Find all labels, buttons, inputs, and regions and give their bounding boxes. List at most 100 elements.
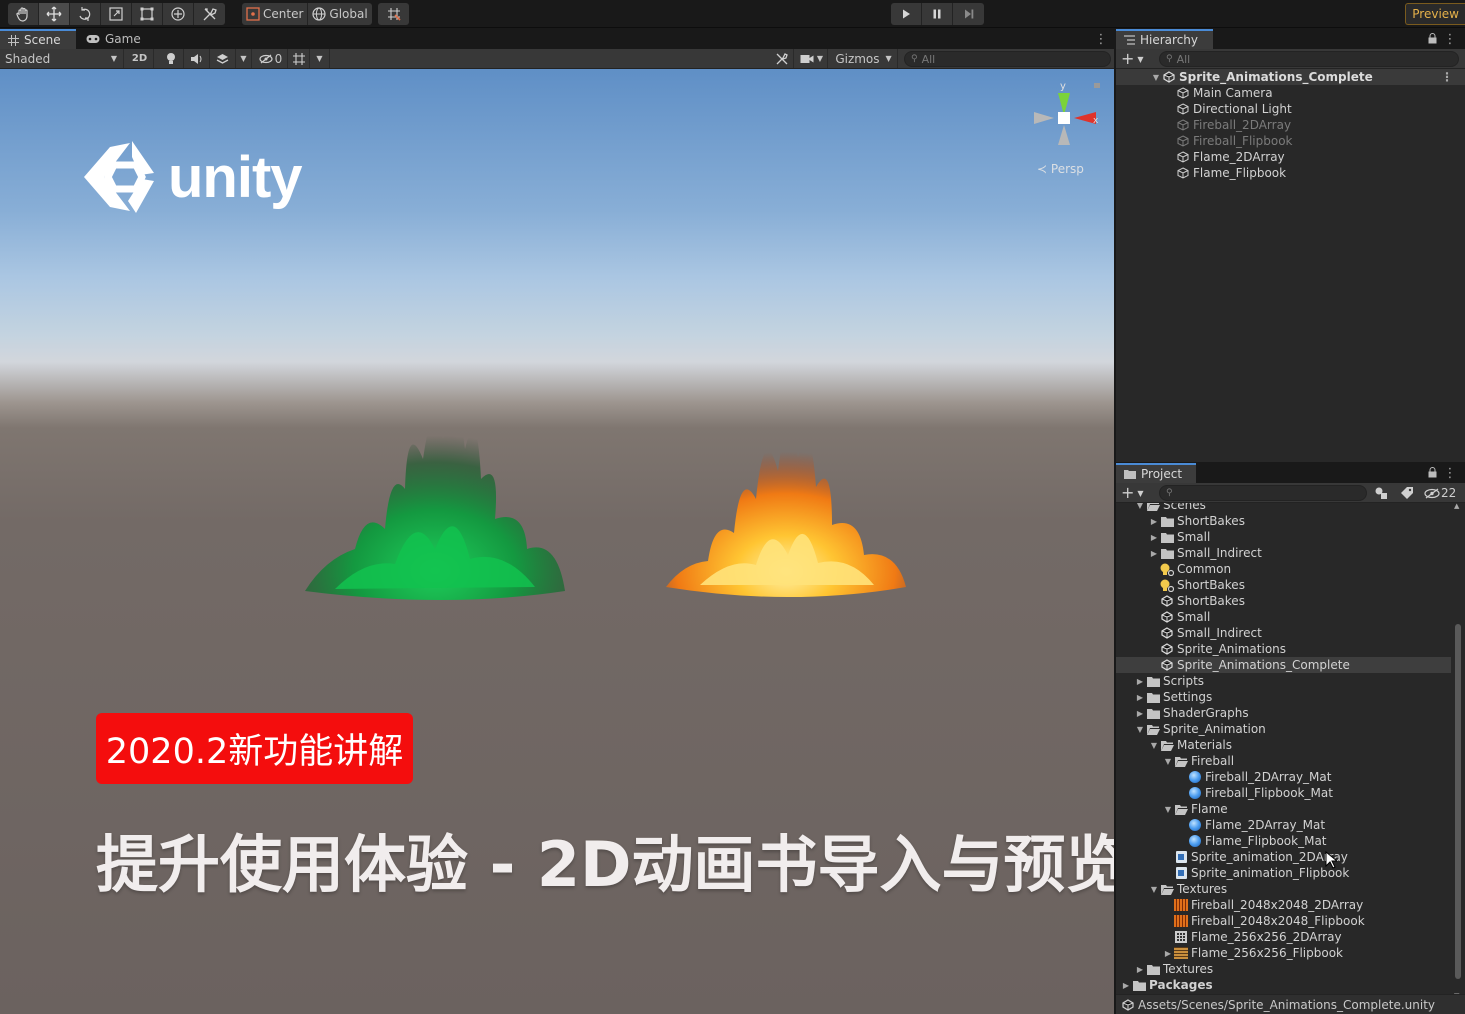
project-asset-row[interactable]: Sprite_Animations bbox=[1116, 641, 1451, 657]
hierarchy-item[interactable]: Flame_2DArray bbox=[1116, 149, 1465, 165]
project-asset-row[interactable]: Common bbox=[1116, 561, 1451, 577]
chevron-right-icon[interactable]: ▶ bbox=[1148, 533, 1160, 542]
hierarchy-item[interactable]: Flame_Flipbook bbox=[1116, 165, 1465, 181]
scene-viewport[interactable]: unity y x ≺ Persp 2020.2新功能讲解 提升使用体验 - 2… bbox=[0, 69, 1114, 1014]
lighting-toggle[interactable] bbox=[158, 49, 184, 68]
hierarchy-item[interactable]: Main Camera bbox=[1116, 85, 1465, 101]
tab-project[interactable]: Project bbox=[1116, 463, 1196, 483]
chevron-down-icon[interactable]: ▼ bbox=[1162, 757, 1174, 766]
project-folder-row[interactable]: ▶ Small bbox=[1116, 529, 1451, 545]
hierarchy-item[interactable]: Directional Light bbox=[1116, 101, 1465, 117]
chevron-right-icon[interactable]: ▶ bbox=[1134, 677, 1146, 686]
hidden-packages-toggle[interactable]: 22 bbox=[1424, 485, 1456, 501]
orientation-gizmo[interactable]: y x bbox=[1030, 79, 1102, 167]
custom-tool-button[interactable] bbox=[194, 3, 225, 25]
project-folder-row[interactable]: ▶ Scripts bbox=[1116, 673, 1451, 689]
chevron-right-icon[interactable]: ▶ bbox=[1134, 693, 1146, 702]
hierarchy-item[interactable]: Fireball_Flipbook bbox=[1116, 133, 1465, 149]
preview-packages-button[interactable]: Preview bbox=[1405, 3, 1465, 25]
project-scrollbar-thumb[interactable] bbox=[1455, 624, 1461, 979]
project-scrollbar[interactable]: ▲ ▼ bbox=[1454, 502, 1462, 1000]
project-asset-row[interactable]: Sprite_animation_Flipbook bbox=[1116, 865, 1451, 881]
scene-root-kebab-icon[interactable]: ⋮ bbox=[1441, 70, 1453, 84]
chevron-right-icon[interactable]: ▶ bbox=[1148, 549, 1160, 558]
project-asset-row[interactable]: Fireball_2DArray_Mat bbox=[1116, 769, 1451, 785]
project-folder-row[interactable]: ▶ Settings bbox=[1116, 689, 1451, 705]
tools-overlay-button[interactable] bbox=[770, 49, 794, 68]
rotate-tool-button[interactable] bbox=[70, 3, 101, 25]
hierarchy-scene-root[interactable]: ▼ Sprite_Animations_Complete ⋮ bbox=[1116, 69, 1465, 85]
project-folder-row[interactable]: ▼ Scenes bbox=[1116, 503, 1451, 513]
hierarchy-search-input[interactable]: ⚲ All bbox=[1159, 51, 1459, 67]
scene-visibility-toggle[interactable]: 0 bbox=[254, 49, 288, 68]
project-asset-row[interactable]: Small_Indirect bbox=[1116, 625, 1451, 641]
project-folder-row[interactable]: ▼ Sprite_Animation bbox=[1116, 721, 1451, 737]
scene-search-input[interactable]: ⚲ All bbox=[904, 51, 1111, 67]
chevron-down-icon[interactable]: ▼ bbox=[1148, 885, 1160, 894]
project-asset-row[interactable]: ShortBakes bbox=[1116, 577, 1451, 593]
project-asset-row[interactable]: Flame_2DArray_Mat bbox=[1116, 817, 1451, 833]
step-button[interactable] bbox=[953, 3, 984, 25]
project-folder-row[interactable]: ▼ Textures bbox=[1116, 881, 1451, 897]
chevron-down-icon[interactable]: ▼ bbox=[1162, 805, 1174, 814]
rect-tool-button[interactable] bbox=[132, 3, 163, 25]
grid-snap-button[interactable] bbox=[378, 3, 409, 25]
project-folder-row[interactable]: ▶ Textures bbox=[1116, 961, 1451, 977]
play-button[interactable] bbox=[891, 3, 922, 25]
search-by-type-icon[interactable] bbox=[1374, 486, 1388, 500]
scene-menu-kebab-icon[interactable]: ⋮ bbox=[1094, 32, 1108, 47]
tab-hierarchy[interactable]: Hierarchy bbox=[1116, 29, 1213, 49]
hand-tool-button[interactable] bbox=[8, 3, 39, 25]
project-asset-row[interactable]: Fireball_2048x2048_2DArray bbox=[1116, 897, 1451, 913]
orange-flame-object[interactable] bbox=[660, 379, 920, 609]
perspective-label[interactable]: ≺ Persp bbox=[1037, 162, 1084, 176]
toggle-2d-button[interactable]: 2D bbox=[126, 49, 154, 68]
project-folder-row[interactable]: ▶ ShortBakes bbox=[1116, 513, 1451, 529]
project-asset-row[interactable]: Small bbox=[1116, 609, 1451, 625]
gizmos-dropdown[interactable]: Gizmos ▼ bbox=[830, 49, 898, 68]
scroll-up-arrow-icon[interactable]: ▲ bbox=[1454, 502, 1459, 510]
grid-dropdown-chevron-icon[interactable]: ▼ bbox=[310, 49, 330, 68]
project-folder-row[interactable]: ▶ Small_Indirect bbox=[1116, 545, 1451, 561]
lock-icon[interactable] bbox=[1428, 467, 1437, 478]
project-asset-row[interactable]: Fireball_Flipbook_Mat bbox=[1116, 785, 1451, 801]
chevron-down-icon[interactable]: ▼ bbox=[1148, 741, 1160, 750]
green-flame-object[interactable] bbox=[295, 359, 585, 609]
project-asset-row[interactable]: Sprite_animation_2DArray bbox=[1116, 849, 1451, 865]
pause-button[interactable] bbox=[922, 3, 953, 25]
project-asset-row[interactable]: Flame_Flipbook_Mat bbox=[1116, 833, 1451, 849]
project-asset-row[interactable]: ▶ Flame_256x256_Flipbook bbox=[1116, 945, 1451, 961]
pivot-center-button[interactable]: Center bbox=[242, 3, 309, 25]
audio-toggle[interactable] bbox=[184, 49, 210, 68]
draw-mode-dropdown[interactable]: Shaded ▼ bbox=[0, 49, 124, 68]
chevron-right-icon[interactable]: ▶ bbox=[1148, 517, 1160, 526]
project-asset-row[interactable]: Sprite_Animations_Complete bbox=[1116, 657, 1451, 673]
chevron-right-icon[interactable]: ▶ bbox=[1162, 949, 1174, 958]
project-folder-row[interactable]: ▼ Fireball bbox=[1116, 753, 1451, 769]
grid-toggle[interactable] bbox=[288, 49, 310, 68]
gizmo-lock-icon[interactable] bbox=[1094, 83, 1100, 88]
chevron-right-icon[interactable]: ▶ bbox=[1134, 965, 1146, 974]
lock-icon[interactable] bbox=[1428, 33, 1437, 44]
project-folder-row[interactable]: ▶ Packages bbox=[1116, 977, 1451, 993]
project-menu-kebab-icon[interactable]: ⋮ bbox=[1443, 466, 1457, 481]
scale-tool-button[interactable] bbox=[101, 3, 132, 25]
hierarchy-menu-kebab-icon[interactable]: ⋮ bbox=[1443, 32, 1457, 47]
transform-tool-button[interactable] bbox=[163, 3, 194, 25]
project-folder-row[interactable]: ▼ Flame bbox=[1116, 801, 1451, 817]
chevron-down-icon[interactable]: ▼ bbox=[1134, 503, 1146, 510]
tab-scene[interactable]: Scene bbox=[0, 29, 76, 49]
project-asset-row[interactable]: Flame_256x256_2DArray bbox=[1116, 929, 1451, 945]
project-asset-row[interactable]: Fireball_2048x2048_Flipbook bbox=[1116, 913, 1451, 929]
effects-toggle[interactable] bbox=[210, 49, 236, 68]
chevron-down-icon[interactable]: ▼ bbox=[1134, 725, 1146, 734]
project-folder-row[interactable]: ▶ ShaderGraphs bbox=[1116, 705, 1451, 721]
chevron-down-icon[interactable]: ▼ bbox=[1150, 73, 1162, 82]
project-search-input[interactable]: ⚲ bbox=[1159, 485, 1367, 501]
hierarchy-item[interactable]: Fireball_2DArray bbox=[1116, 117, 1465, 133]
tab-game[interactable]: Game bbox=[78, 29, 149, 49]
search-by-label-icon[interactable] bbox=[1400, 486, 1414, 500]
camera-settings-dropdown[interactable]: ▼ bbox=[796, 49, 828, 68]
project-create-button[interactable]: + ▼ bbox=[1121, 484, 1144, 502]
project-folder-row[interactable]: ▼ Materials bbox=[1116, 737, 1451, 753]
